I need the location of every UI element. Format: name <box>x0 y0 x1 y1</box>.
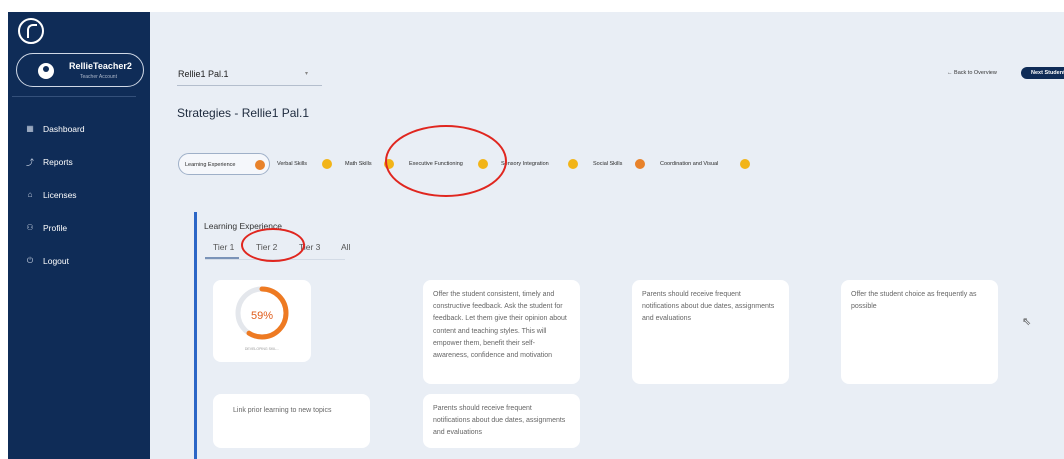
sidebar-item-profile[interactable]: ⚇ Profile <box>8 218 150 238</box>
student-select[interactable]: Rellie1 Pal.1 ▾ <box>177 64 322 86</box>
annotation-circle <box>385 125 507 197</box>
chip-social-skills[interactable]: Social Skills <box>587 153 651 175</box>
gauge-label: DEVELOPING SKIL... <box>244 347 280 351</box>
sidebar-item-dashboard[interactable]: ▦ Dashboard <box>8 119 150 139</box>
status-dot <box>255 160 265 170</box>
chip-label: Math Skills <box>345 161 372 167</box>
status-dot <box>568 159 578 169</box>
back-arrow-icon: ← <box>947 70 955 76</box>
strategy-card: Link prior learning to new topics <box>213 394 370 448</box>
app-logo-icon[interactable] <box>18 18 44 44</box>
profile-icon: ⚇ <box>26 223 34 232</box>
mouse-cursor-icon: ⇖ <box>1022 316 1032 328</box>
main-content: Rellie1 Pal.1 ▾ ← Back to Overview Next … <box>150 12 1064 459</box>
strategy-card: Offer the student choice as frequently a… <box>841 280 998 384</box>
strategies-panel: Learning Experience Tier 1 Tier 2 Tier 3… <box>194 212 1064 459</box>
status-dot <box>322 159 332 169</box>
sidebar-item-label: Logout <box>43 256 69 266</box>
sidebar-item-label: Licenses <box>43 190 77 200</box>
panel-accent-bar <box>194 212 197 459</box>
avatar-icon <box>38 63 54 79</box>
status-dot <box>740 159 750 169</box>
status-dot <box>635 159 645 169</box>
gauge-card: 59% DEVELOPING SKIL... <box>213 280 311 362</box>
chip-label: Sensory Integration <box>501 161 549 167</box>
reports-icon: ⤴ <box>26 158 34 167</box>
user-name: RellieTeacher2 <box>69 61 132 71</box>
sidebar-item-logout[interactable]: ⏻ Logout <box>8 251 150 271</box>
annotation-circle <box>241 228 305 262</box>
strategy-card: Parents should receive frequent notifica… <box>632 280 789 384</box>
back-to-overview-link[interactable]: ← Back to Overview <box>947 70 997 76</box>
sidebar-item-label: Dashboard <box>43 124 85 134</box>
chip-label: Social Skills <box>593 161 623 167</box>
app-window: RellieTeacher2 Teacher Account ▦ Dashboa… <box>0 0 1064 459</box>
gauge-value: 59% <box>250 310 274 322</box>
strategy-card: Offer the student consistent, timely and… <box>423 280 580 384</box>
sidebar-item-label: Reports <box>43 157 73 167</box>
licenses-icon: ⌂ <box>27 190 33 199</box>
strategy-card: Parents should receive frequent notifica… <box>423 394 580 448</box>
student-select-value: Rellie1 Pal.1 <box>178 69 229 79</box>
tab-tier-1[interactable]: Tier 1 <box>213 242 234 252</box>
chip-label: Coordination and Visual <box>660 161 719 167</box>
chip-coordination-and-visual[interactable]: Coordination and Visual <box>654 153 754 175</box>
chip-label: Learning Experience <box>185 162 236 168</box>
back-to-overview-label: Back to Overview <box>954 70 997 76</box>
logout-icon: ⏻ <box>26 256 34 265</box>
tab-all[interactable]: All <box>341 242 350 252</box>
chip-label: Verbal Skills <box>277 161 307 167</box>
sidebar-item-reports[interactable]: ⤴ Reports <box>8 152 150 172</box>
chip-learning-experience[interactable]: Learning Experience <box>178 153 270 175</box>
user-role: Teacher Account <box>80 74 117 80</box>
account-card[interactable]: RellieTeacher2 Teacher Account <box>16 53 144 87</box>
chip-sensory-integration[interactable]: Sensory Integration <box>495 153 580 175</box>
dashboard-icon: ▦ <box>26 124 34 133</box>
page-title: Strategies - Rellie1 Pal.1 <box>177 106 310 120</box>
chevron-down-icon: ▾ <box>305 71 309 77</box>
sidebar-item-licenses[interactable]: ⌂ Licenses <box>8 185 150 205</box>
next-student-button[interactable]: Next Student <box>1021 67 1064 79</box>
sidebar: RellieTeacher2 Teacher Account ▦ Dashboa… <box>8 12 150 459</box>
sidebar-item-label: Profile <box>43 223 68 233</box>
sidebar-divider <box>12 96 136 97</box>
chip-verbal-skills[interactable]: Verbal Skills <box>271 153 337 175</box>
top-strip <box>0 0 1064 12</box>
